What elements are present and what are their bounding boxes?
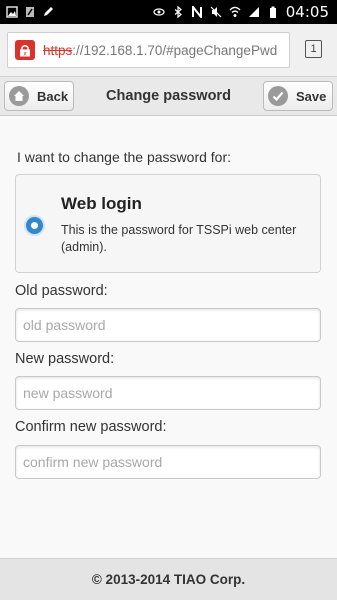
save-button-label: Save [296,88,327,104]
clock: 04:05 [285,3,329,21]
url-field[interactable]: x https://192.168.1.70/#pageChangePwd [7,32,290,68]
web-login-radio[interactable] [26,217,43,234]
url-text: https://192.168.1.70/#pageChangePwd [43,43,277,58]
new-password-label: New password: [15,351,115,367]
home-icon [9,86,29,106]
option-description: This is the password for TSSPi web cente… [61,223,297,254]
status-bar: 04:05 [0,0,337,24]
confirm-password-input[interactable] [15,445,321,479]
eye-icon [153,8,165,16]
image-icon [6,6,18,18]
signal-icon [248,7,259,17]
page-header: Back Change password Save [0,77,337,116]
mute-icon [210,6,222,18]
url-scheme: https [43,42,73,58]
page-title: Change password [106,88,231,104]
footer-copyright: © 2013-2014 TIAO Corp. [0,558,337,600]
back-button[interactable]: Back [4,81,74,111]
insecure-lock-icon[interactable]: x [15,40,35,60]
form-prompt: I want to change the password for: [17,149,232,165]
pen-icon [44,7,53,16]
svg-text:x: x [23,50,27,57]
save-button[interactable]: Save [263,81,333,111]
back-button-label: Back [37,88,69,104]
bluetooth-icon [174,6,182,18]
old-password-input[interactable] [15,308,321,342]
old-password-label: Old password: [15,283,108,299]
tab-count-button[interactable]: 1 [305,40,322,58]
option-title: Web login [61,194,142,213]
web-login-option[interactable]: Web login This is the password for TSSPi… [15,174,321,273]
browser-address-bar: x https://192.168.1.70/#pageChangePwd 1 [0,24,337,77]
nfc-icon [191,6,202,18]
battery-icon [269,6,276,18]
confirm-password-label: Confirm new password: [15,419,167,435]
new-password-input[interactable] [15,376,321,410]
check-icon [268,86,288,106]
note-icon [26,7,34,17]
wifi-icon [229,6,241,17]
url-path: ://192.168.1.70/#pageChangePwd [72,42,278,58]
